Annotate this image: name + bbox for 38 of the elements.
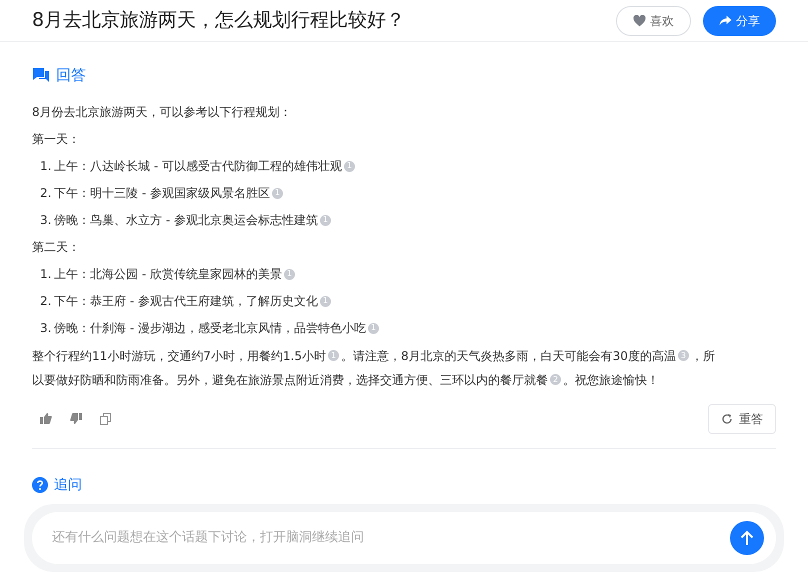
question-input-field[interactable]: 还有什么问题想在这个话题下讨论，打开脑洞继续追问 (52, 528, 730, 548)
day-label: 第一天： (32, 130, 81, 148)
day-label: 第二天： (32, 238, 81, 256)
summary-text: 整个行程约11小时游玩，交通约7小时，用餐约1.5小时 (32, 348, 326, 364)
summary-text: 以要做好防晒和防雨准备。另外，避免在旅游景点附近消费，选择交通方便、三环以内的餐厅就餐 (32, 372, 548, 388)
summary-text: 。请注意，8月北京的天气炎热多雨，白天可能会有30度的高温 (341, 348, 676, 364)
send-button[interactable] (730, 520, 764, 554)
question-input-box[interactable]: 还有什么问题想在这个话题下讨论，打开脑洞继续追问 (32, 512, 776, 564)
intro-text: 8月份去北京旅游两天，可以参考以下行程规划： (32, 104, 293, 120)
itinerary-item: 上午：八达岭长城 - 可以感受古代防御工程的雄伟壮观 (54, 158, 342, 174)
thumbs-down-icon[interactable] (70, 413, 82, 424)
itinerary-item: 下午：明十三陵 - 参观国家级风景名胜区 (54, 184, 270, 202)
itinerary-item: 傍晚：什刹海 - 漫步湖边，感受老北京风情，品尝特色小吃 (54, 320, 366, 336)
list-number: 2. (40, 184, 52, 202)
itinerary-item: 下午：恭王府 - 参观古代王府建筑，了解历史文化 (54, 292, 318, 310)
list-number: 3. (40, 320, 52, 336)
answer-heading: 回答 (56, 65, 86, 86)
itinerary-item: 傍晚：鸟巢、水立方 - 参观北京奥运会标志性建筑 (54, 212, 318, 228)
copy-icon[interactable] (100, 412, 111, 424)
list-number: 3. (40, 212, 52, 228)
chat-bubbles-icon (32, 67, 50, 84)
follow-up-heading: 追问 (54, 476, 82, 494)
list-number: 1. (40, 158, 52, 174)
refresh-icon (721, 412, 733, 424)
summary-text: 。祝您旅途愉快！ (563, 372, 659, 388)
itinerary-item: 上午：北海公园 - 欣赏传统皇家园林的美景 (54, 266, 282, 282)
question-icon (32, 477, 48, 493)
list-number: 2. (40, 292, 52, 310)
share-button[interactable]: 分享 (703, 6, 776, 36)
thumbs-up-icon[interactable] (40, 413, 52, 424)
like-button[interactable]: 喜欢 (616, 6, 691, 36)
heart-icon (633, 14, 646, 26)
share-arrow-icon (719, 15, 732, 26)
list-number: 1. (40, 266, 52, 282)
summary-text: ，所 (690, 348, 715, 364)
regenerate-button[interactable]: 重答 (708, 404, 776, 434)
up-arrow-icon (740, 530, 754, 546)
page-title: 8月去北京旅游两天，怎么规划行程比较好？ (32, 8, 406, 34)
